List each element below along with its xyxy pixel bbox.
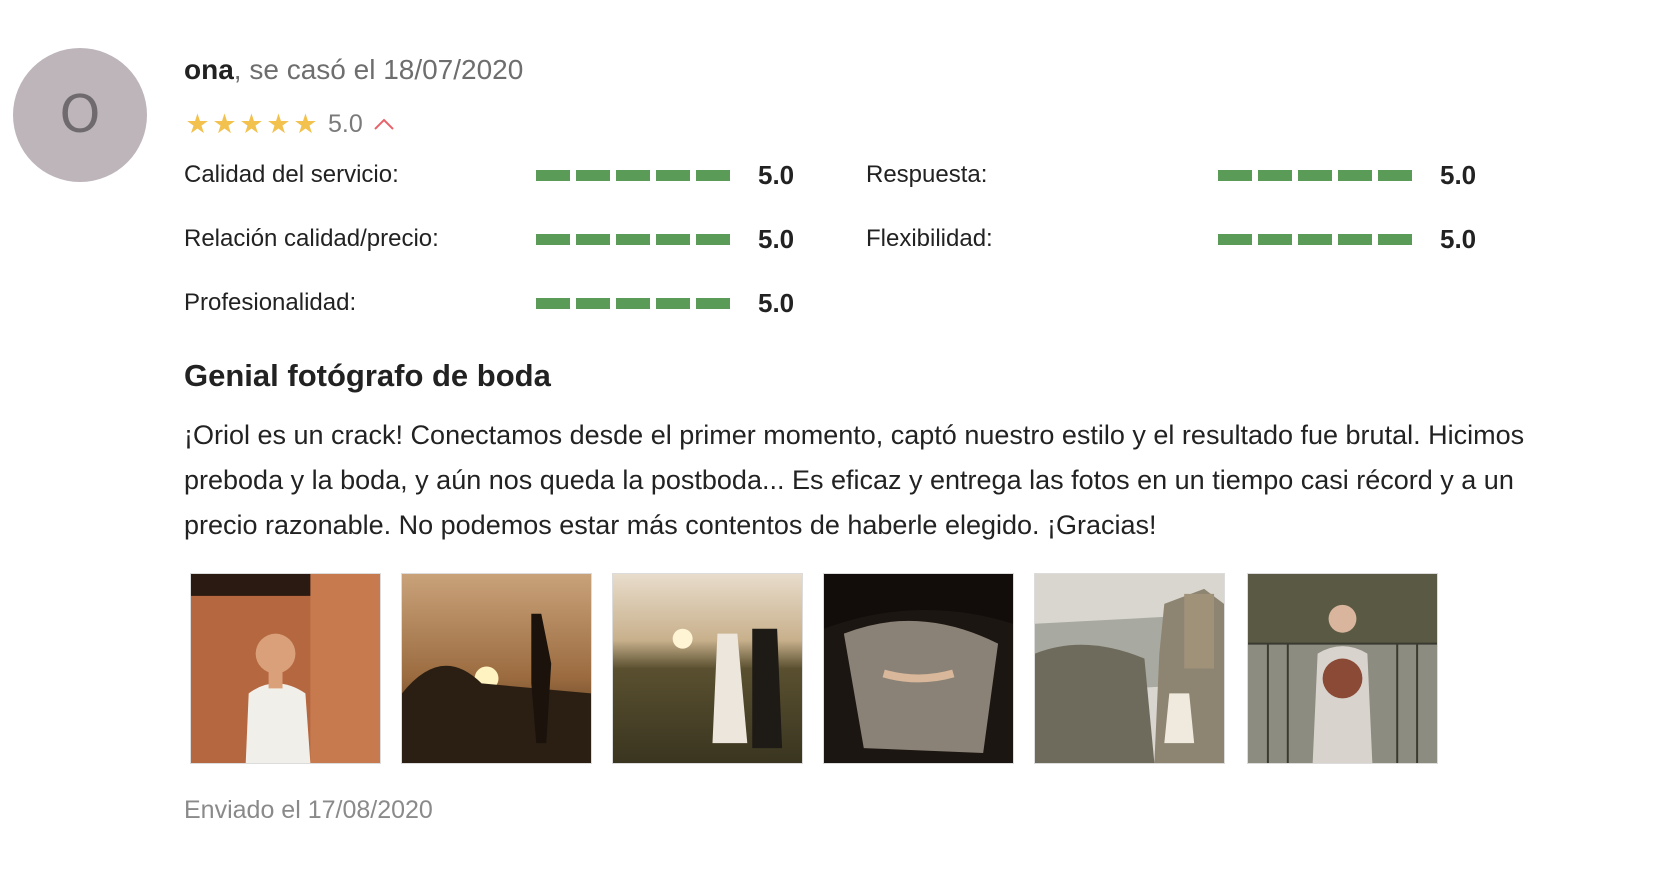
criterion-respuesta: Respuesta: 5.0: [866, 150, 1476, 200]
wedding-date: , se casó el 18/07/2020: [233, 54, 524, 85]
criterion-label: Relación calidad/precio:: [184, 225, 439, 252]
criterion-label: Calidad del servicio:: [184, 161, 399, 188]
review-photo[interactable]: [823, 573, 1014, 764]
sent-date: Enviado el 17/08/2020: [184, 796, 433, 824]
review-text: ¡Oriol es un crack! Conectamos desde el …: [184, 420, 1525, 540]
rating-value: 5.0: [328, 109, 363, 138]
criterion-value: 5.0: [1440, 223, 1477, 254]
criterion-flexibilidad: Flexibilidad: 5.0: [866, 214, 1476, 264]
criterion-calidad-servicio: Calidad del servicio: 5.0: [184, 150, 794, 200]
criterion-value: 5.0: [1440, 159, 1477, 190]
chevron-up-icon[interactable]: [373, 113, 395, 135]
criteria-ratings: Calidad del servicio: 5.0 Respuesta: 5.0…: [184, 150, 1514, 325]
criterion-bar: [536, 169, 730, 181]
criterion-bar: [1218, 233, 1412, 245]
criterion-bar: [536, 297, 730, 309]
criterion-relacion-calidad-precio: Relación calidad/precio: 5.0: [184, 214, 794, 264]
reviewer-avatar: O: [13, 48, 147, 182]
star-icon: ★: [185, 109, 210, 139]
reviewer-name[interactable]: ona: [184, 54, 234, 85]
criterion-label: Profesionalidad:: [184, 289, 357, 316]
criterion-profesionalidad: Profesionalidad: 5.0: [184, 278, 794, 328]
review-photo[interactable]: [1247, 573, 1438, 764]
avatar-initial: O: [59, 85, 101, 145]
criterion-value: 5.0: [758, 159, 795, 190]
criterion-value: 5.0: [758, 223, 795, 254]
review-photo[interactable]: [1034, 573, 1225, 764]
star-icon: ★: [293, 109, 318, 139]
star-icon: ★: [239, 109, 264, 139]
review-photo[interactable]: [190, 573, 381, 764]
criterion-bar: [1218, 169, 1412, 181]
criterion-bar: [536, 233, 730, 245]
overall-rating: ★ ★ ★ ★ ★ 5.0: [184, 108, 395, 140]
criterion-label: Respuesta:: [866, 161, 988, 188]
star-rating: ★ ★ ★ ★ ★: [184, 109, 319, 139]
star-icon: ★: [212, 109, 237, 139]
review-header: ona, se casó el 18/07/2020: [184, 54, 523, 86]
review-photo[interactable]: [612, 573, 803, 764]
star-icon: ★: [266, 109, 291, 139]
review-photo[interactable]: [401, 573, 592, 764]
criterion-value: 5.0: [758, 287, 795, 318]
criterion-label: Flexibilidad:: [866, 225, 993, 252]
review-title: Genial fotógrafo de boda: [184, 358, 551, 393]
